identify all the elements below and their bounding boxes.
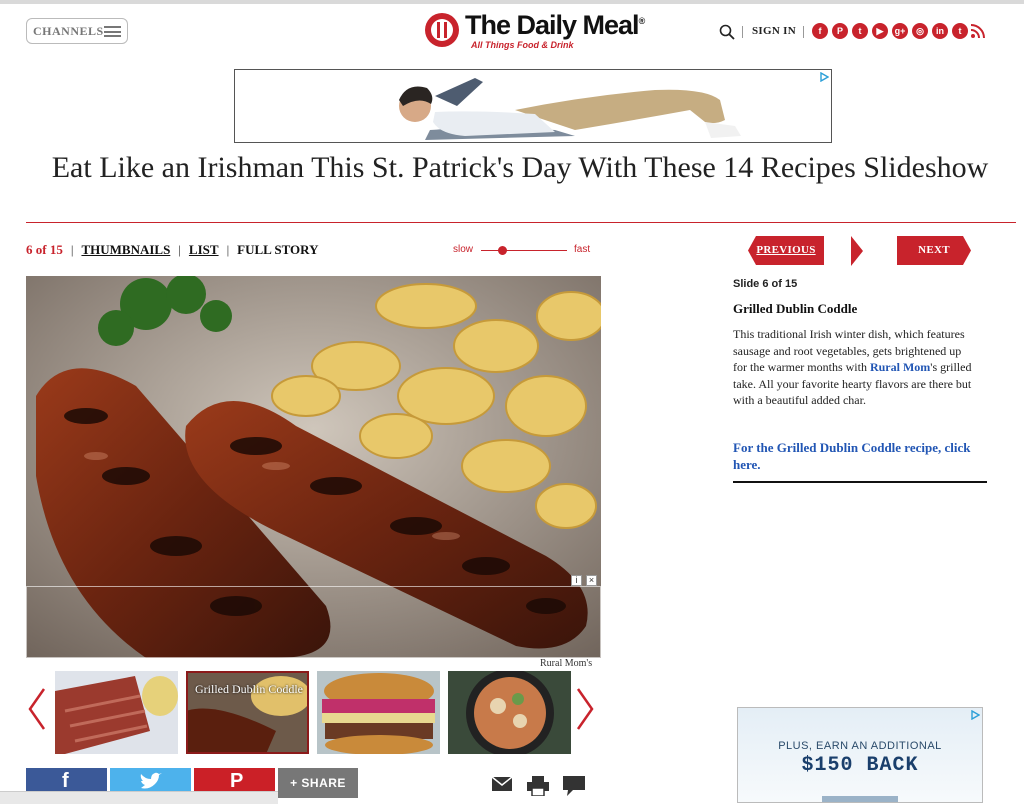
speed-track[interactable] (481, 250, 567, 251)
instagram-icon[interactable]: ◎ (912, 23, 928, 39)
thumbnail-caption: Grilled Dublin Coddle (195, 682, 303, 696)
slide-description: This traditional Irish winter dish, whic… (733, 326, 973, 409)
skillet-thumb-image (448, 671, 571, 754)
pinterest-icon: P (230, 770, 244, 792)
info-icon[interactable]: i (571, 575, 582, 586)
more-share-button[interactable]: + SHARE (278, 768, 358, 798)
hamburger-icon (104, 26, 121, 37)
sandwich-thumb-image (317, 671, 440, 754)
plate-icon (425, 13, 459, 47)
play-arrow-icon[interactable] (851, 236, 863, 266)
search-icon[interactable] (719, 24, 735, 40)
side-ad[interactable]: PLUS, EARN AN ADDITIONAL $150 BACK (737, 707, 983, 803)
channels-menu-button[interactable]: CHANNELS (26, 18, 128, 44)
ad-person-image (235, 70, 831, 142)
logo-name: The Daily Meal (465, 10, 640, 40)
email-icon[interactable] (491, 776, 513, 792)
thumbnail-2[interactable]: Grilled Dublin Coddle (186, 671, 309, 754)
share-label: SHARE (301, 776, 346, 790)
previous-button[interactable]: PREVIOUS (748, 236, 824, 265)
speed-fast-label: fast (574, 244, 591, 255)
speed-slider[interactable]: slow fast (453, 244, 590, 255)
divider (742, 26, 743, 38)
twitter-icon (140, 772, 162, 789)
adchoices-icon[interactable] (970, 710, 980, 720)
ad-line-2: $150 BACK (801, 754, 919, 777)
list-link[interactable]: LIST (189, 242, 219, 257)
photo-credit: Rural Mom's (540, 658, 593, 669)
linkedin-icon[interactable]: in (932, 23, 948, 39)
slide-number: Slide 6 of 15 (733, 278, 798, 290)
sign-in-link[interactable]: SIGN IN (752, 25, 796, 37)
top-banner-ad[interactable] (234, 69, 832, 143)
comment-icon[interactable] (563, 776, 585, 796)
slide-title: Grilled Dublin Coddle (733, 301, 858, 316)
print-icon[interactable] (527, 776, 549, 796)
ad-card-image (822, 796, 898, 802)
plus-icon: + (290, 776, 298, 790)
pinterest-icon[interactable]: P (832, 23, 848, 39)
site-logo[interactable]: The Daily Meal® All Things Food & Drink (425, 10, 646, 52)
chevron-left-icon[interactable] (26, 687, 48, 731)
slideshow-nav: 6 of 15 | THUMBNAILS | LIST | FULL STORY (26, 242, 319, 257)
chevron-right-icon[interactable] (574, 687, 596, 731)
close-icon[interactable]: × (586, 575, 597, 586)
full-story-link[interactable]: FULL STORY (237, 242, 318, 257)
next-button[interactable]: NEXT (897, 236, 971, 265)
adchoices-icon[interactable] (819, 72, 829, 82)
rss-icon[interactable] (970, 23, 986, 39)
twitter-icon[interactable]: t (852, 23, 868, 39)
corned-beef-thumb-image (55, 671, 178, 754)
article-title: Eat Like an Irishman This St. Patrick's … (51, 151, 989, 184)
thumbnails-link[interactable]: THUMBNAILS (81, 242, 170, 257)
tumblr-icon[interactable]: t (952, 23, 968, 39)
rural-mom-link[interactable]: Rural Mom (870, 360, 930, 374)
registered-mark: ® (638, 16, 646, 26)
channels-label: CHANNELS (33, 24, 104, 38)
speed-knob[interactable] (498, 246, 507, 255)
youtube-icon[interactable]: ▶ (872, 23, 888, 39)
thumbnail-1[interactable] (55, 671, 178, 754)
thumbnail-4[interactable] (448, 671, 571, 754)
ad-line-1: PLUS, EARN AN ADDITIONAL (778, 740, 942, 752)
divider (803, 26, 804, 38)
facebook-icon: f (62, 770, 69, 792)
thumbnail-3[interactable] (317, 671, 440, 754)
photo-ad-overlay (26, 586, 601, 658)
speed-slow-label: slow (453, 244, 474, 255)
facebook-icon[interactable]: f (812, 23, 828, 39)
site-header: CHANNELS The Daily Meal® All Things Food… (0, 0, 1024, 52)
logo-tagline: All Things Food & Drink (471, 40, 574, 50)
google-plus-icon[interactable]: g+ (892, 23, 908, 39)
title-divider (26, 222, 1016, 223)
sidebar-divider (733, 481, 987, 483)
recipe-link[interactable]: For the Grilled Dublin Coddle recipe, cl… (733, 440, 973, 473)
slide-counter: 6 of 15 (26, 242, 63, 257)
browser-scrollbar[interactable] (0, 791, 278, 804)
